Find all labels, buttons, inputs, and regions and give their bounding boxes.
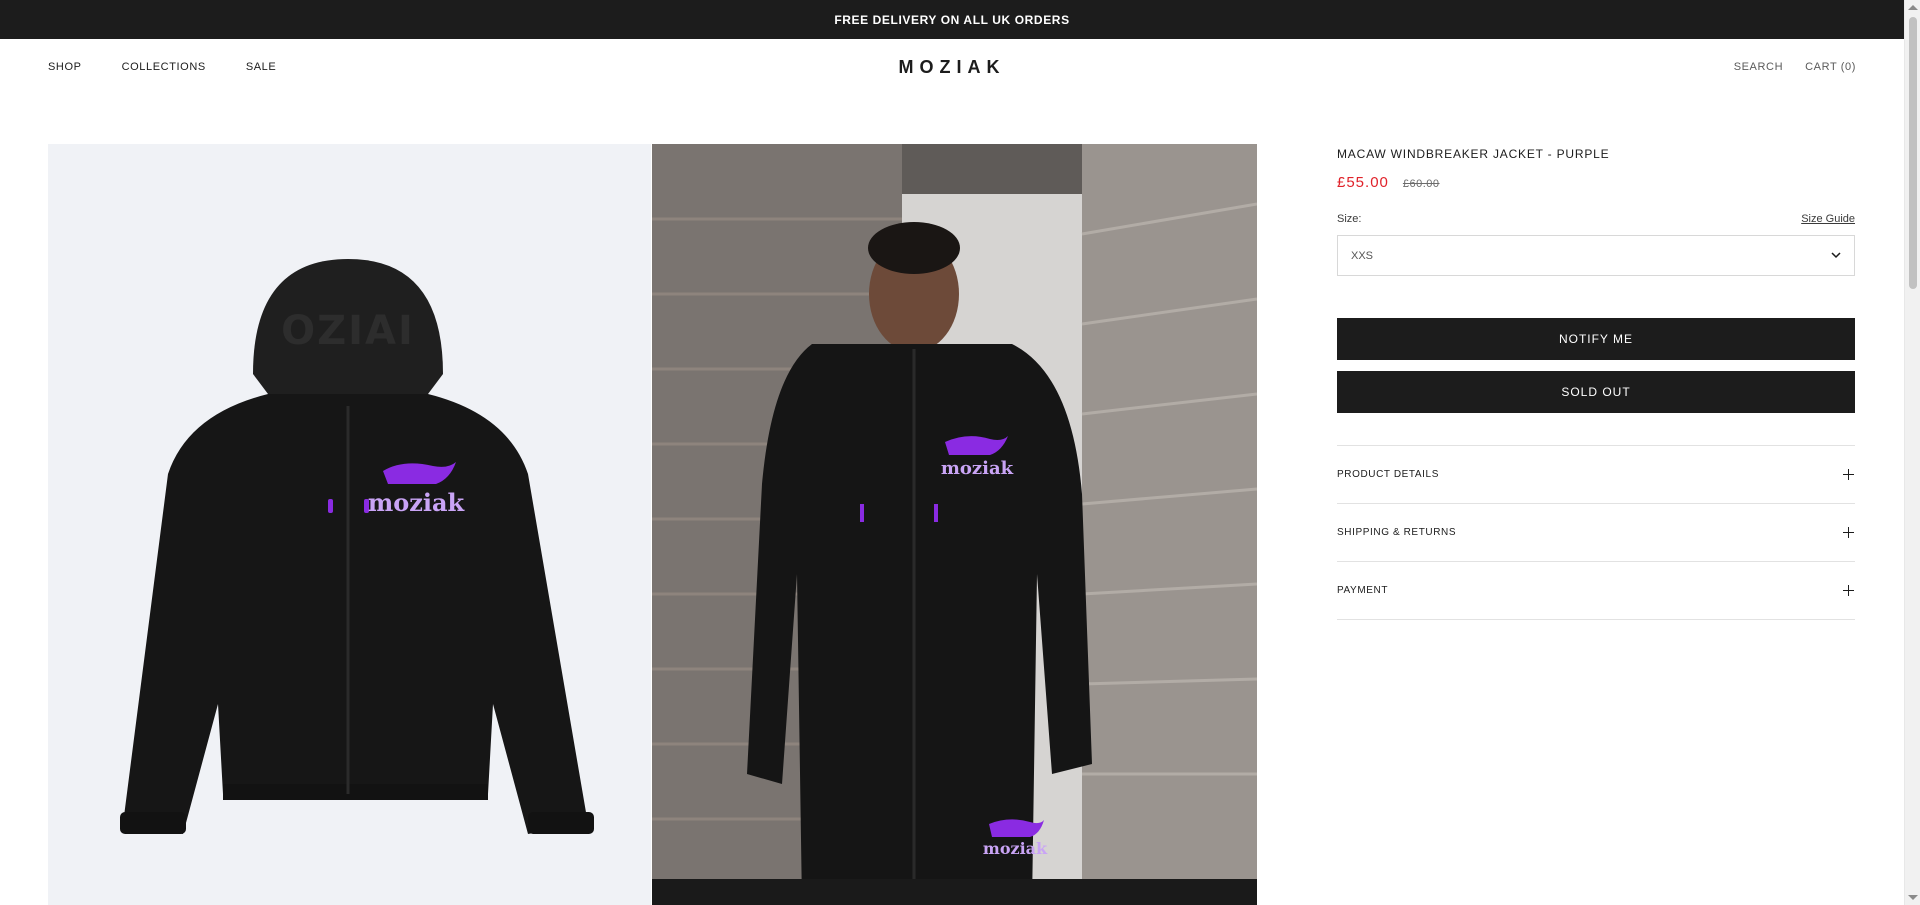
notify-me-button[interactable]: NOTIFY ME	[1337, 318, 1855, 360]
model-photo-image: moziak moziak	[652, 144, 1257, 905]
accordion-label: PRODUCT DETAILS	[1337, 469, 1439, 480]
nav-shop-link[interactable]: SHOP	[48, 61, 82, 73]
product-title: MACAW WINDBREAKER JACKET - PURPLE	[1337, 147, 1610, 161]
accordion-label: SHIPPING & RETURNS	[1337, 527, 1457, 538]
product-info: MACAW WINDBREAKER JACKET - PURPLE £55.00…	[1337, 144, 1855, 620]
site-logo[interactable]: MOZIAK	[899, 39, 1006, 95]
scroll-up-icon[interactable]	[1908, 5, 1918, 10]
cart-link[interactable]: CART (0)	[1805, 61, 1856, 73]
sale-price: £55.00	[1337, 174, 1389, 191]
chevron-down-icon	[1831, 252, 1841, 259]
size-select[interactable]: XXS	[1337, 235, 1855, 276]
announcement-text: FREE DELIVERY ON ALL UK ORDERS	[834, 12, 1070, 27]
svg-text:moziak: moziak	[941, 458, 1014, 479]
plus-icon	[1843, 469, 1854, 480]
search-link[interactable]: SEARCH	[1734, 61, 1783, 73]
size-selected-value: XXS	[1351, 249, 1374, 262]
product-image-flat[interactable]: OZIAI moziak	[48, 144, 651, 905]
nav-collections-link[interactable]: COLLECTIONS	[122, 61, 206, 73]
page-scrollbar[interactable]	[1904, 0, 1920, 905]
header-actions: SEARCH CART (0)	[1734, 39, 1856, 95]
main-nav: SHOP COLLECTIONS SALE	[48, 39, 276, 95]
announcement-bar: FREE DELIVERY ON ALL UK ORDERS	[0, 0, 1904, 39]
product-image-model[interactable]: moziak moziak	[652, 144, 1257, 905]
scrollbar-thumb[interactable]	[1909, 17, 1917, 289]
product-accordion: PRODUCT DETAILS SHIPPING & RETURNS PAYME…	[1337, 445, 1855, 620]
svg-text:OZIAI: OZIAI	[281, 308, 415, 354]
svg-text:moziak: moziak	[983, 839, 1048, 858]
scroll-down-icon[interactable]	[1908, 895, 1918, 900]
price-block: £55.00 £60.00	[1337, 174, 1855, 191]
accordion-label: PAYMENT	[1337, 585, 1389, 596]
compare-price: £60.00	[1402, 178, 1440, 190]
accordion-product-details[interactable]: PRODUCT DETAILS	[1337, 446, 1855, 504]
plus-icon	[1843, 585, 1854, 596]
accordion-payment[interactable]: PAYMENT	[1337, 562, 1855, 620]
accordion-shipping-returns[interactable]: SHIPPING & RETURNS	[1337, 504, 1855, 562]
jacket-flat-image: OZIAI moziak	[48, 144, 651, 905]
nav-sale-link[interactable]: SALE	[246, 61, 277, 73]
svg-text:moziak: moziak	[368, 488, 466, 517]
sold-out-button[interactable]: SOLD OUT	[1337, 371, 1855, 413]
plus-icon	[1843, 527, 1854, 538]
size-row: Size: Size Guide	[1337, 213, 1855, 225]
size-guide-link[interactable]: Size Guide	[1801, 213, 1855, 225]
size-label: Size:	[1337, 213, 1362, 225]
site-header: SHOP COLLECTIONS SALE MOZIAK SEARCH CART…	[0, 39, 1904, 95]
